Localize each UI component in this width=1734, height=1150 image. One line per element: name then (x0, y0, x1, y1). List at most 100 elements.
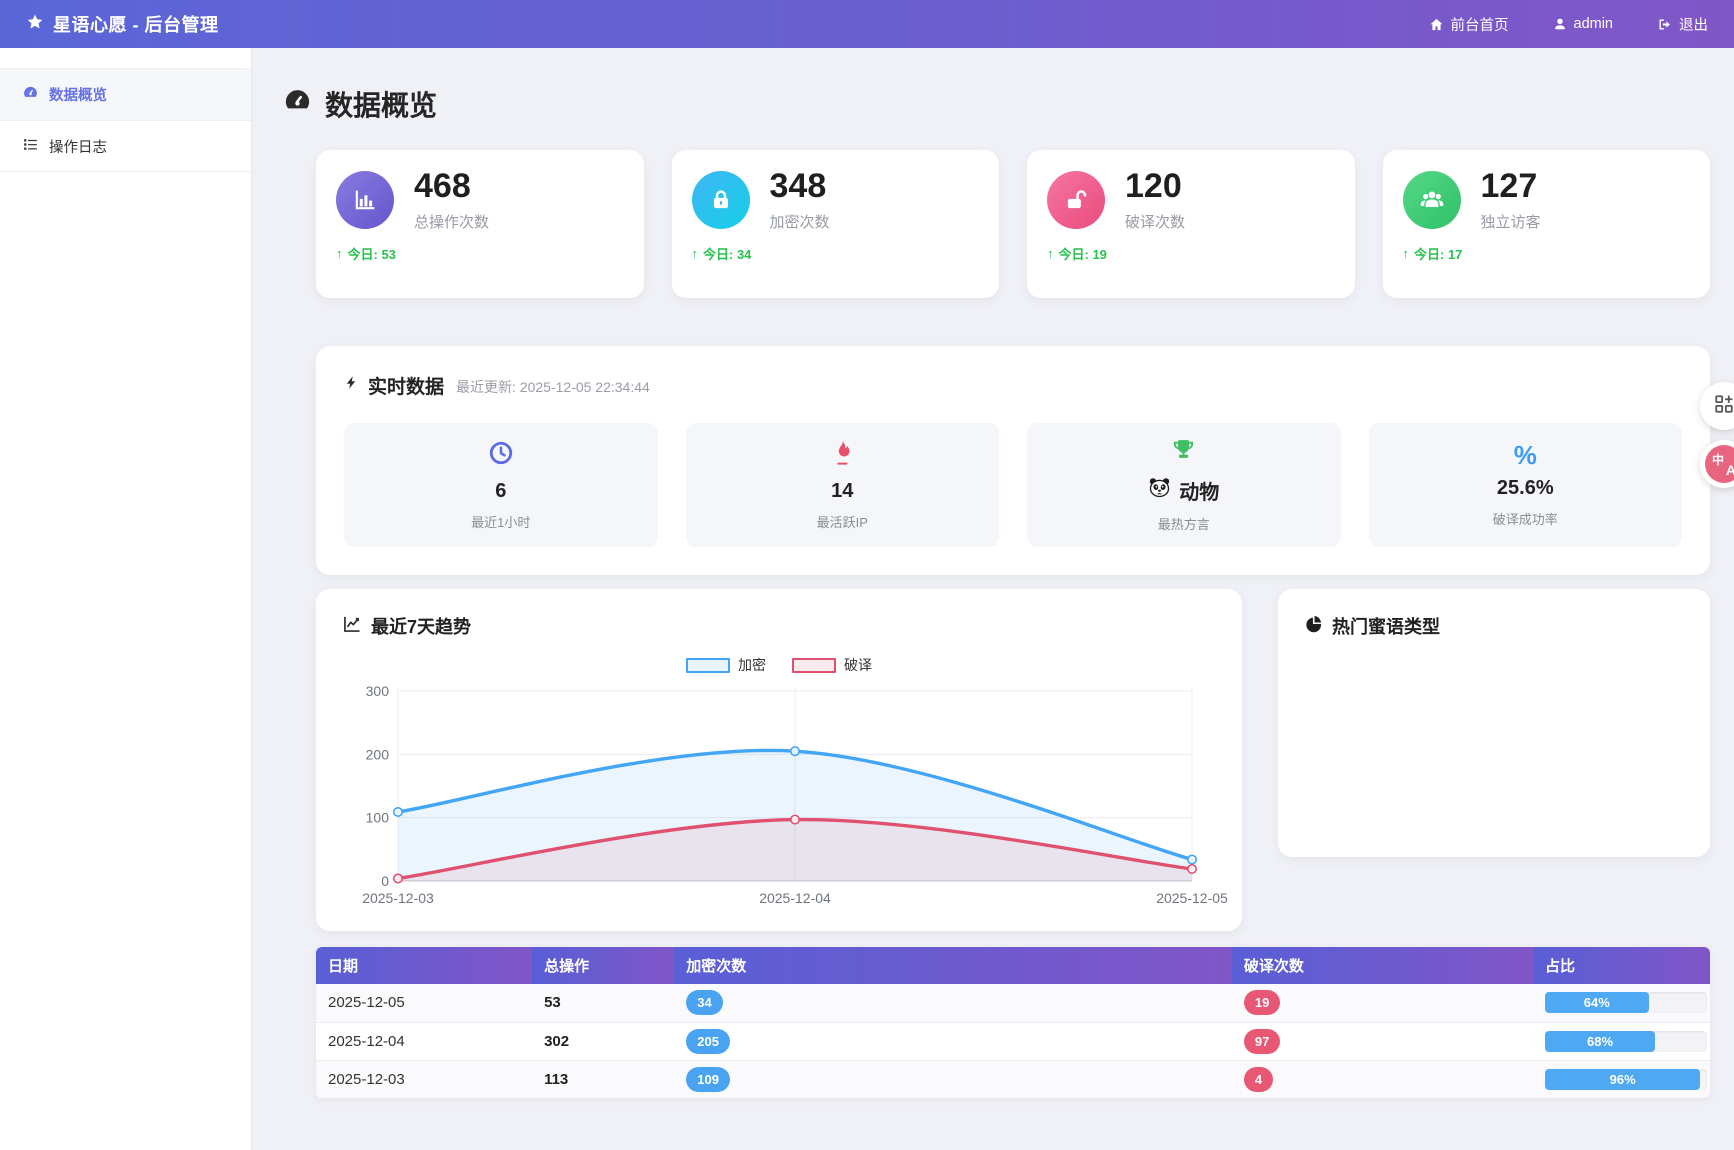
navbar: 星语心愿 - 后台管理 前台首页 admin 退出 (0, 0, 1734, 48)
bolt-icon (344, 373, 359, 398)
realtime-value: 6 (495, 480, 506, 503)
arrow-up-icon: ↑ (336, 246, 343, 261)
stat-card-decrypt: 120 破译次数 ↑ 今日: 19 (1027, 150, 1355, 298)
sign-out-icon (1657, 17, 1672, 32)
stat-value: 120 (1125, 168, 1185, 205)
trend-card: 最近7天趋势 加密 破译 01002003002025-12-032025-12… (316, 589, 1242, 931)
fire-icon (831, 440, 853, 471)
pie-icon (1304, 614, 1323, 638)
realtime-card: 实时数据 最近更新: 2025-12-05 22:34:44 6 最近1小时 1… (316, 346, 1710, 575)
stat-card-encrypt: 348 加密次数 ↑ 今日: 34 (672, 150, 1000, 298)
stat-label: 独立访客 (1481, 211, 1541, 232)
realtime-label: 破译成功率 (1493, 509, 1558, 528)
realtime-item-hot-dialect: 动物 最热方言 (1027, 423, 1341, 547)
svg-text:0: 0 (381, 873, 389, 889)
realtime-grid: 6 最近1小时 14 最活跃IP 动物 (344, 423, 1682, 547)
cell-date: 2025-12-04 (316, 1022, 532, 1060)
col-header-ratio: 占比 (1533, 947, 1710, 984)
ratio-progress: 64% (1545, 992, 1707, 1013)
user-icon (1553, 17, 1567, 31)
table-row: 2025-12-04 302 205 97 68% (316, 1022, 1710, 1060)
sidebar-item-logs[interactable]: 操作日志 (0, 120, 251, 172)
ratio-progress: 96% (1545, 1069, 1707, 1090)
chart-legend: 加密 破译 (342, 655, 1216, 675)
cell-total: 113 (532, 1060, 674, 1098)
charts-row: 最近7天趋势 加密 破译 01002003002025-12-032025-12… (316, 589, 1710, 931)
stat-label: 总操作次数 (414, 211, 489, 232)
svg-text:200: 200 (366, 746, 390, 762)
svg-text:2025-12-05: 2025-12-05 (1156, 890, 1228, 906)
ratio-progress: 68% (1545, 1031, 1707, 1052)
stat-today: ↑ 今日: 19 (1047, 244, 1335, 263)
stat-value: 468 (414, 168, 489, 205)
realtime-label: 最热方言 (1158, 514, 1210, 533)
nav-frontend-link[interactable]: 前台首页 (1429, 14, 1509, 35)
realtime-value: 动物 (1148, 476, 1219, 505)
list-icon (22, 136, 39, 157)
col-header-encrypt: 加密次数 (674, 947, 1232, 984)
encrypt-badge: 205 (686, 1029, 730, 1054)
navbar-links: 前台首页 admin 退出 (1429, 14, 1709, 35)
bar-chart-icon (336, 171, 394, 229)
nav-user-link[interactable]: admin (1553, 16, 1614, 32)
legend-swatch-encrypt (686, 658, 730, 673)
cell-total: 53 (532, 984, 674, 1022)
realtime-title: 实时数据 (344, 372, 444, 399)
table-row: 2025-12-03 113 109 4 96% (316, 1060, 1710, 1098)
legend-item-encrypt[interactable]: 加密 (686, 655, 766, 675)
stat-value: 348 (770, 168, 830, 205)
table-header-row: 日期 总操作 加密次数 破译次数 占比 (316, 947, 1710, 984)
gauge-icon (282, 85, 313, 123)
arrow-up-icon: ↑ (1047, 246, 1054, 261)
stat-value: 127 (1481, 168, 1541, 205)
realtime-value: 25.6% (1497, 477, 1554, 500)
chart-line-icon (342, 614, 362, 639)
svg-text:100: 100 (366, 810, 390, 826)
arrow-up-icon: ↑ (1403, 246, 1410, 261)
legend-item-decrypt[interactable]: 破译 (792, 655, 872, 675)
users-icon (1403, 171, 1461, 229)
trend-chart: 01002003002025-12-032025-12-042025-12-05 (342, 679, 1222, 915)
trophy-icon (1171, 437, 1196, 467)
table-row: 2025-12-05 53 34 19 64% (316, 984, 1710, 1022)
stat-today: ↑ 今日: 34 (692, 244, 980, 263)
stat-today: ↑ 今日: 17 (1403, 244, 1691, 263)
app-brand: 星语心愿 - 后台管理 (26, 11, 219, 37)
decrypt-badge: 4 (1244, 1067, 1273, 1092)
decrypt-badge: 19 (1244, 990, 1280, 1015)
page-title: 数据概览 (325, 84, 437, 124)
decrypt-badge: 97 (1244, 1029, 1280, 1054)
stat-cards: 468 总操作次数 ↑ 今日: 53 348 加密次数 ↑ (316, 150, 1710, 298)
page-title-row: 数据概览 (282, 84, 1710, 124)
pie-card: 热门蜜语类型 (1278, 589, 1710, 857)
encrypt-badge: 34 (686, 990, 722, 1015)
unlock-icon (1047, 171, 1105, 229)
svg-text:2025-12-04: 2025-12-04 (759, 890, 831, 906)
daily-stats-table: 日期 总操作 加密次数 破译次数 占比 2025-12-05 53 34 19 … (316, 947, 1710, 1098)
col-header-date: 日期 (316, 947, 532, 984)
clock-icon (488, 440, 514, 471)
realtime-item-success-rate: % 25.6% 破译成功率 (1369, 423, 1683, 547)
stat-card-total-ops: 468 总操作次数 ↑ 今日: 53 (316, 150, 644, 298)
panda-icon (1148, 476, 1171, 505)
col-header-decrypt: 破译次数 (1232, 947, 1533, 984)
realtime-label: 最近1小时 (471, 512, 530, 531)
gauge-icon (22, 84, 39, 105)
cell-total: 302 (532, 1022, 674, 1060)
stat-today: ↑ 今日: 53 (336, 244, 624, 263)
nav-logout-link[interactable]: 退出 (1657, 14, 1708, 35)
realtime-item-active-ip: 14 最活跃IP (686, 423, 1000, 547)
translate-icon: 中 A (1705, 445, 1734, 483)
grid-sparkle-icon (1713, 393, 1734, 420)
realtime-updated: 最近更新: 2025-12-05 22:34:44 (456, 377, 650, 397)
app-title: 星语心愿 - 后台管理 (53, 11, 219, 37)
realtime-value: 14 (831, 480, 853, 503)
stat-card-visitors: 127 独立访客 ↑ 今日: 17 (1383, 150, 1711, 298)
cell-date: 2025-12-05 (316, 984, 532, 1022)
trend-title: 最近7天趋势 (342, 613, 1216, 639)
legend-swatch-decrypt (792, 658, 836, 673)
svg-text:300: 300 (366, 683, 390, 699)
lock-icon (692, 171, 750, 229)
encrypt-badge: 109 (686, 1067, 730, 1092)
sidebar-item-overview[interactable]: 数据概览 (0, 68, 251, 120)
